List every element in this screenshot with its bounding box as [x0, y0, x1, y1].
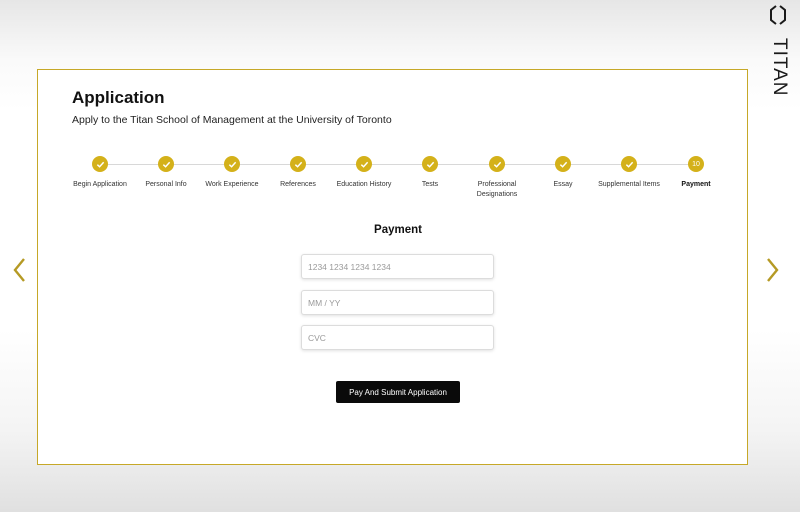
step-label: Supplemental Items	[598, 181, 660, 188]
step-education-history[interactable]: Education History	[331, 155, 397, 190]
progress-stepper: Begin Application Personal Info Work Exp…	[70, 155, 730, 205]
checkmark-icon	[621, 156, 637, 172]
hexagon-logo-icon	[770, 5, 786, 25]
step-personal-info[interactable]: Personal Info	[133, 155, 199, 190]
previous-slide-button[interactable]	[10, 256, 30, 284]
checkmark-icon	[92, 156, 108, 172]
checkmark-icon	[158, 156, 174, 172]
step-references[interactable]: References	[265, 155, 331, 190]
chevron-right-icon	[767, 258, 779, 282]
brand-logo: TITAN	[766, 4, 790, 96]
step-label: Work Experience	[205, 181, 259, 188]
step-label: Professional Designations	[476, 181, 518, 198]
card-number-input[interactable]	[301, 254, 494, 279]
step-label: Education History	[336, 181, 392, 188]
step-professional-designations[interactable]: Professional Designations	[464, 155, 530, 199]
step-essay[interactable]: Essay	[530, 155, 596, 190]
checkmark-icon	[555, 156, 571, 172]
page-title: Application	[72, 88, 165, 107]
pay-and-submit-button[interactable]: Pay And Submit Application	[336, 381, 460, 403]
next-slide-button[interactable]	[762, 256, 782, 284]
step-supplemental-items[interactable]: Supplemental Items	[596, 155, 662, 190]
step-number-badge: 10	[688, 156, 704, 172]
step-label: Essay	[553, 181, 573, 188]
step-label: Payment	[681, 181, 711, 188]
expiry-date-input[interactable]	[301, 290, 494, 315]
step-tests[interactable]: Tests	[397, 155, 463, 190]
step-label: Begin Application	[73, 181, 127, 188]
checkmark-icon	[356, 156, 372, 172]
brand-name: TITAN	[769, 38, 790, 97]
step-work-experience[interactable]: Work Experience	[199, 155, 265, 190]
step-payment[interactable]: 10 Payment	[663, 155, 729, 190]
step-label: Tests	[421, 181, 439, 188]
checkmark-icon	[489, 156, 505, 172]
payment-title: Payment	[374, 224, 422, 236]
step-begin-application[interactable]: Begin Application	[67, 155, 133, 190]
checkmark-icon	[224, 156, 240, 172]
cvc-input[interactable]	[301, 325, 494, 350]
step-label: Personal Info	[145, 181, 187, 188]
checkmark-icon	[290, 156, 306, 172]
chevron-left-icon	[13, 258, 25, 282]
page-subtitle: Apply to the Titan School of Management …	[72, 114, 392, 126]
checkmark-icon	[422, 156, 438, 172]
step-label: References	[280, 181, 316, 188]
